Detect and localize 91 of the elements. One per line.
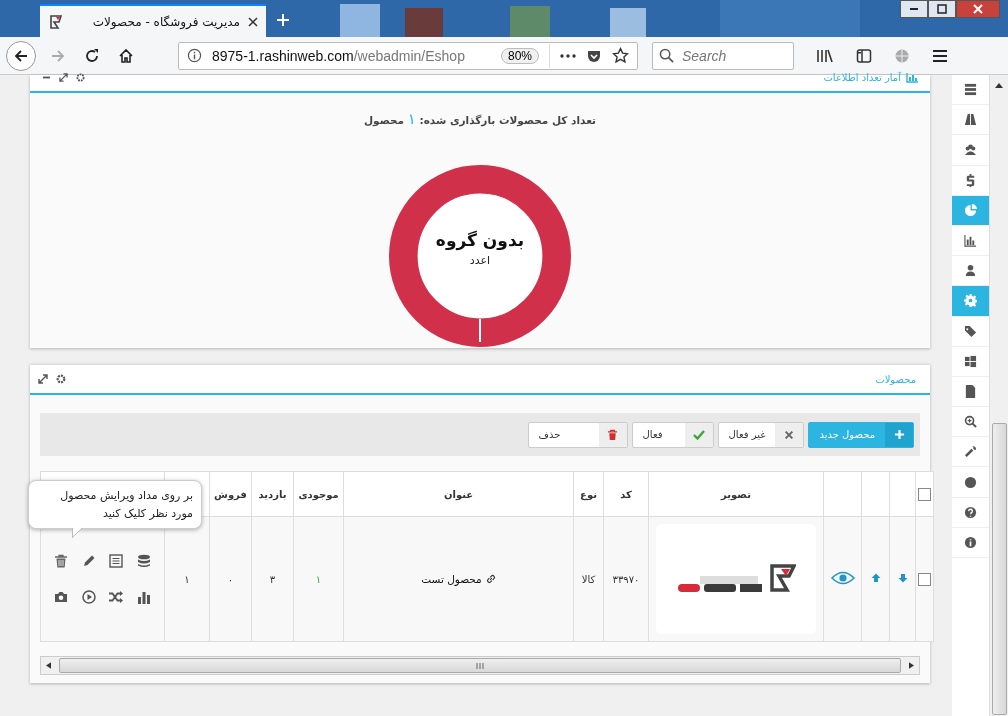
scroll-right-icon[interactable]: [909, 662, 914, 669]
table-cell: کالا: [573, 516, 604, 642]
total-products-text: تعداد کل محصولات بارگذاری شده: ۱ محصول: [364, 110, 596, 128]
list-icon: [964, 83, 978, 97]
new-tab-icon[interactable]: [276, 13, 290, 27]
bars-icon: [964, 234, 978, 248]
shuffle-icon[interactable]: [108, 590, 125, 604]
pie-icon: [964, 203, 978, 217]
search-icon: [659, 48, 674, 63]
search-field[interactable]: Search: [652, 41, 794, 70]
back-button[interactable]: [6, 40, 36, 71]
minimize-icon: [909, 7, 919, 11]
toolbar-button[interactable]: حذف: [527, 421, 628, 448]
tooltip-text: بر روی مداد ویرایش محصول مورد نظر کلیک کنید: [59, 488, 193, 522]
expand-icon[interactable]: [38, 374, 48, 384]
settings-icon[interactable]: [76, 73, 85, 82]
scroll-left-icon[interactable]: [46, 662, 51, 669]
table-cell: ۰: [209, 516, 252, 642]
zoom-icon: [964, 415, 978, 429]
table-cell: ۱: [293, 516, 344, 642]
logo-icon: [48, 13, 64, 30]
menu-icon[interactable]: [932, 48, 948, 63]
panel-title: آمار تعداد اطلاعات: [823, 72, 901, 83]
chart-center-label: اعدد: [469, 253, 491, 267]
column-header: عنوان: [343, 471, 574, 517]
maximize-icon: [937, 4, 947, 14]
column-header: موجودی: [293, 471, 344, 517]
toolbar-button[interactable]: فعال: [631, 421, 714, 448]
minimize-button[interactable]: [900, 0, 928, 18]
home-icon[interactable]: [118, 47, 134, 64]
reload-icon[interactable]: [84, 47, 100, 64]
close-icon: [784, 429, 795, 440]
column-header: بازدید: [251, 471, 294, 517]
tags-icon: [964, 324, 978, 338]
camera-icon[interactable]: [53, 591, 68, 603]
file-icon: [964, 384, 978, 398]
column-header: کد: [603, 471, 649, 517]
more-icon[interactable]: [560, 53, 576, 58]
toolbar-button[interactable]: غیر فعال: [717, 421, 805, 448]
panel-title: محصولات: [875, 373, 916, 385]
grip-icon: [476, 662, 484, 669]
star-icon[interactable]: [612, 47, 629, 64]
bar-chart-icon[interactable]: [137, 590, 152, 604]
table-cell: ۳: [251, 516, 294, 642]
database-icon[interactable]: [137, 554, 152, 568]
close-icon: [973, 4, 983, 14]
sidebar-icon[interactable]: [856, 47, 872, 64]
arrow-up-icon[interactable]: [870, 573, 881, 583]
check-icon: [692, 428, 705, 441]
vertical-scrollbar[interactable]: [989, 75, 1008, 716]
column-header: نوع: [573, 471, 604, 517]
wrench-icon: [964, 445, 978, 459]
user-icon: [964, 264, 978, 278]
help-icon: [964, 505, 978, 519]
address-bar[interactable]: 8975-1.rashinweb.com/webadmin/Eshop 80%: [178, 41, 638, 70]
pencil-icon[interactable]: [81, 554, 96, 568]
url-text: 8975-1.rashinweb.com/webadmin/Eshop: [212, 47, 466, 64]
tab-title: مدیریت فروشگاه - محصولات: [91, 14, 240, 29]
chart-center-title: بدون گروه: [435, 229, 525, 250]
globe-icon: [964, 475, 978, 489]
plus-icon: [893, 429, 905, 440]
horizontal-scrollbar[interactable]: [40, 656, 920, 675]
maximize-button[interactable]: [928, 0, 956, 18]
play-icon[interactable]: [81, 590, 96, 604]
road-icon: [964, 113, 978, 127]
trash-icon[interactable]: [53, 554, 68, 568]
zoom-badge[interactable]: 80%: [500, 47, 539, 64]
select-all-checkbox[interactable]: [918, 487, 931, 501]
back-arrow-icon: [13, 47, 29, 64]
close-window-button[interactable]: [956, 0, 1000, 18]
browser-tab[interactable]: مدیریت فروشگاه - محصولات: [40, 4, 266, 37]
trash-icon: [607, 428, 619, 441]
link-icon: [485, 573, 496, 584]
arrow-down-icon[interactable]: [897, 573, 908, 583]
users-icon: [964, 143, 978, 157]
list-icon[interactable]: [109, 554, 124, 568]
close-icon[interactable]: [248, 16, 258, 27]
gear-icon: [964, 294, 978, 308]
eye-icon[interactable]: [830, 571, 855, 585]
column-header: فروش: [209, 471, 252, 517]
info-icon: [964, 535, 978, 549]
column-header: تصویر: [648, 471, 824, 517]
expand-icon[interactable]: [59, 73, 68, 82]
settings-icon[interactable]: [56, 374, 66, 384]
product-title-link[interactable]: محصول تست: [421, 572, 496, 585]
info-icon: [187, 48, 202, 63]
library-icon[interactable]: [816, 47, 834, 64]
windows-icon: [964, 354, 978, 368]
row-checkbox[interactable]: [918, 572, 931, 586]
table-cell: ۳۳۹۷۰: [603, 516, 649, 642]
scroll-up-icon[interactable]: [995, 83, 1004, 88]
